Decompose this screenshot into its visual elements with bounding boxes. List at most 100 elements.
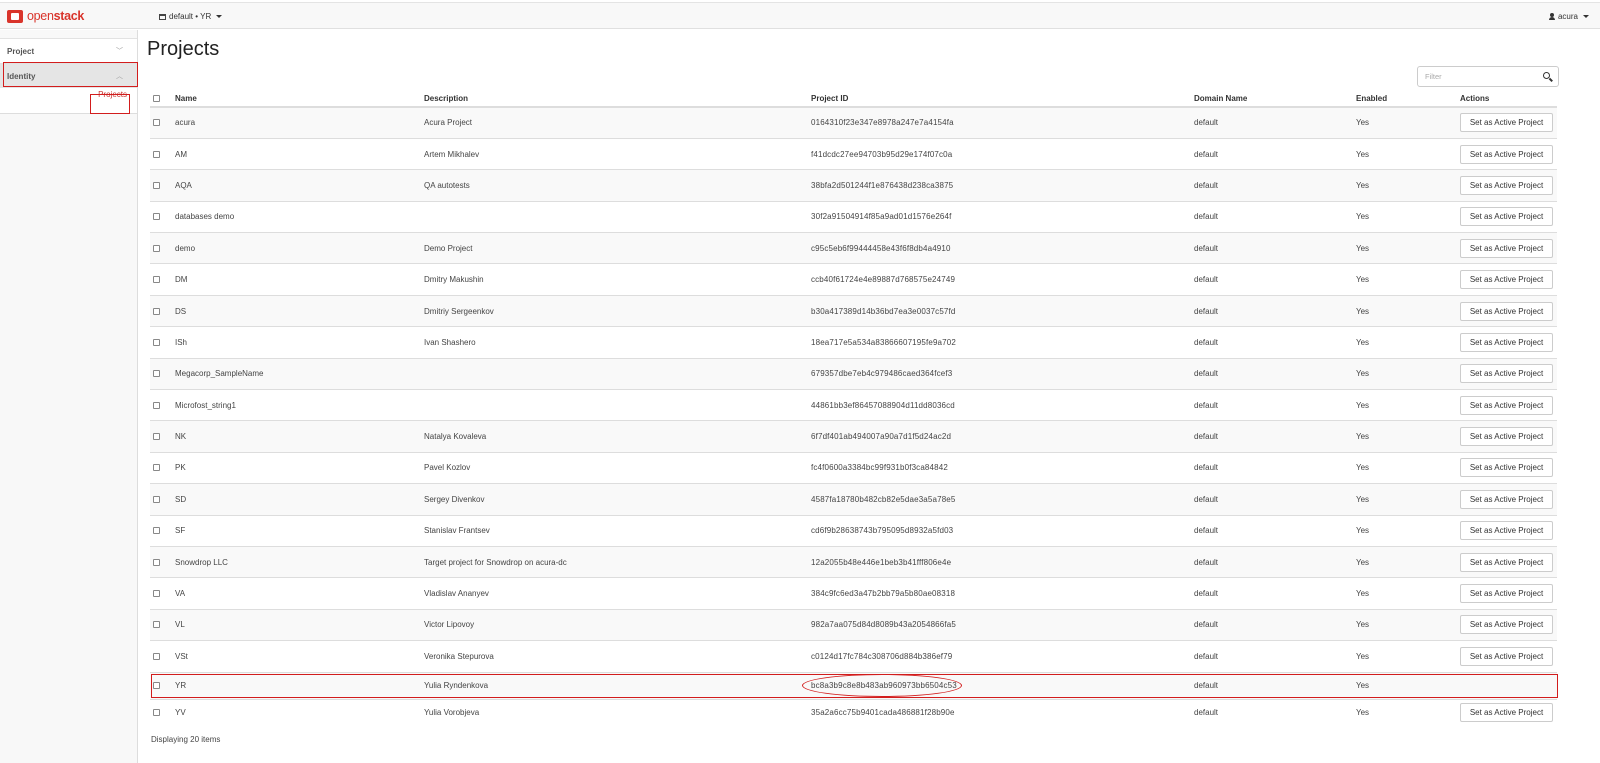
cell-name: Microfost_string1 — [175, 389, 424, 421]
cell-project-id: fc4f0600a3384bc99f931b0f3ca84842 — [811, 451, 1194, 484]
set-active-project-button[interactable]: Set as Active Project — [1460, 552, 1553, 572]
cell-name: VA — [175, 577, 424, 610]
column-header-project-id[interactable]: Project ID — [811, 90, 1194, 108]
search-icon[interactable] — [1542, 71, 1554, 83]
cell-name: SF — [175, 514, 424, 547]
projects-table: Name Description Project ID Domain Name … — [150, 90, 1557, 726]
sidebar: Project ﹀ Identity ︿ Projects — [0, 30, 138, 763]
table-row: demo Demo Project c95c5eb6f99444458e43f6f8… — [150, 232, 1557, 264]
table-row: AQA QA autotests 38bfa2d501244f1e876438d23… — [150, 169, 1557, 202]
project-context-dropdown[interactable]: default • YR — [159, 12, 223, 21]
set-active-project-button[interactable]: Set as Active Project — [1460, 395, 1553, 415]
cell-description: Yulia Vorobjeva — [424, 698, 811, 726]
table-row: acura Acura Project 0164310f23e347e8978a24… — [150, 106, 1557, 139]
column-header-name[interactable]: Name — [175, 90, 424, 108]
select-all-checkbox[interactable] — [153, 94, 160, 102]
cell-domain-name: default — [1194, 671, 1356, 700]
set-active-project-button[interactable]: Set as Active Project — [1460, 332, 1553, 352]
cell-domain-name: default — [1194, 577, 1356, 610]
cell-name: DM — [175, 263, 424, 296]
row-checkbox[interactable] — [153, 307, 160, 315]
cell-domain-name: default — [1194, 232, 1356, 264]
filter-input[interactable] — [1418, 67, 1542, 86]
set-active-project-button[interactable]: Set as Active Project — [1460, 702, 1553, 722]
table-row: DM Dmitry Makushin ccb40f61724e4e89887d768… — [150, 263, 1557, 296]
cell-project-id: c95c5eb6f99444458e43f6f8db4a4910 — [811, 232, 1194, 264]
cell-domain-name: default — [1194, 263, 1356, 296]
set-active-project-button[interactable]: Set as Active Project — [1460, 584, 1553, 604]
set-active-project-button[interactable]: Set as Active Project — [1460, 238, 1553, 258]
set-active-project-button[interactable]: Set as Active Project — [1460, 521, 1553, 541]
set-active-project-button[interactable]: Set as Active Project — [1460, 615, 1553, 635]
table-row: NK Natalya Kovaleva 6f7df401ab494007a90a7d… — [150, 420, 1557, 453]
row-checkbox[interactable] — [153, 119, 160, 127]
set-active-project-button[interactable]: Set as Active Project — [1460, 301, 1553, 321]
set-active-project-button[interactable]: Set as Active Project — [1460, 427, 1553, 447]
user-label: acura — [1557, 12, 1578, 21]
set-active-project-button[interactable]: Set as Active Project — [1460, 364, 1553, 384]
cell-enabled: Yes — [1356, 294, 1460, 327]
row-checkbox[interactable] — [153, 590, 160, 598]
set-active-project-button[interactable]: Set as Active Project — [1460, 458, 1553, 478]
cell-project-id: 30f2a91504914f85a9ad01d1576e264f — [811, 200, 1194, 233]
cell-name: PK — [175, 451, 424, 484]
row-checkbox[interactable] — [153, 338, 160, 346]
set-active-project-button[interactable]: Set as Active Project — [1460, 489, 1553, 509]
cell-enabled: Yes — [1356, 420, 1460, 453]
cell-description: Artem Mikhalev — [424, 137, 811, 170]
row-checkbox[interactable] — [153, 621, 160, 629]
table-row: VSt Veronika Stepurova c0124d17fc784c30870… — [150, 640, 1557, 673]
row-checkbox[interactable] — [153, 708, 160, 716]
column-header-domain-name[interactable]: Domain Name — [1194, 90, 1356, 108]
top-navbar: openstack default • YR acura — [0, 2, 1600, 29]
table-row: Microfost_string1 44861bb3ef86457088904d1… — [150, 389, 1557, 421]
row-checkbox[interactable] — [153, 495, 160, 503]
row-checkbox[interactable] — [153, 370, 160, 378]
table-row: YV Yulia Vorobjeva 35a2a6cc75b9401cada4868… — [150, 698, 1557, 726]
row-checkbox[interactable] — [153, 652, 160, 660]
page-title: Projects — [147, 38, 220, 60]
sidebar-item-identity[interactable]: Identity ︿ — [0, 63, 137, 88]
cell-name: DS — [175, 294, 424, 327]
row-checkbox[interactable] — [153, 464, 160, 472]
row-checkbox[interactable] — [153, 276, 160, 284]
sidebar-item-project[interactable]: Project ﹀ — [0, 38, 137, 63]
context-label: default • YR — [169, 12, 212, 21]
set-active-project-button[interactable]: Set as Active Project — [1460, 175, 1553, 195]
row-checkbox[interactable] — [153, 244, 160, 252]
openstack-logo[interactable]: openstack — [7, 8, 84, 24]
set-active-project-button[interactable]: Set as Active Project — [1460, 207, 1553, 227]
row-checkbox[interactable] — [153, 150, 160, 158]
openstack-logo-icon — [7, 9, 23, 23]
set-active-project-button[interactable]: Set as Active Project — [1460, 144, 1553, 164]
row-checkbox[interactable] — [153, 181, 160, 189]
column-header-enabled[interactable]: Enabled — [1356, 90, 1460, 108]
row-checkbox[interactable] — [153, 433, 160, 441]
cell-enabled: Yes — [1356, 545, 1460, 578]
set-active-project-button[interactable]: Set as Active Project — [1460, 270, 1553, 290]
column-header-description[interactable]: Description — [424, 90, 811, 108]
row-checkbox[interactable] — [153, 527, 160, 535]
row-checkbox[interactable] — [153, 401, 160, 409]
cell-name: VSt — [175, 640, 424, 673]
cell-project-id: c0124d17fc784c308706d884b386ef79 — [811, 640, 1194, 673]
user-menu-dropdown[interactable]: acura — [1548, 12, 1589, 21]
table-row: VL Victor Lipovoy 982a7aa075d84d8089b43a20… — [150, 608, 1557, 641]
row-checkbox[interactable] — [153, 682, 160, 690]
brand-text-stack: stack — [53, 9, 85, 23]
sidebar-link-projects[interactable]: Projects — [98, 90, 127, 99]
cell-project-id: 982a7aa075d84d8089b43a2054866fa5 — [811, 608, 1194, 641]
row-checkbox[interactable] — [153, 213, 160, 221]
row-checkbox[interactable] — [153, 558, 160, 566]
cell-name: SD — [175, 483, 424, 516]
sidebar-subpanel: Projects — [0, 88, 137, 113]
cell-project-id: 18ea717e5a534a83866607195fe9a702 — [811, 326, 1194, 359]
set-active-project-button[interactable]: Set as Active Project — [1460, 646, 1553, 666]
table-body: acura Acura Project 0164310f23e347e8978a24… — [150, 106, 1557, 726]
set-active-project-button[interactable]: Set as Active Project — [1460, 113, 1553, 133]
table-row: YR Yulia Ryndenkova bc8a3b9c8e8b483ab96097… — [150, 671, 1557, 700]
context-icon — [159, 13, 166, 20]
items-count: Displaying 20 items — [151, 735, 221, 744]
cell-project-id: 6f7df401ab494007a90a7d1f5d24ac2d — [811, 420, 1194, 453]
table-row: DS Dmitriy Sergeenkov b30a417389d14b36bd7e… — [150, 294, 1557, 327]
